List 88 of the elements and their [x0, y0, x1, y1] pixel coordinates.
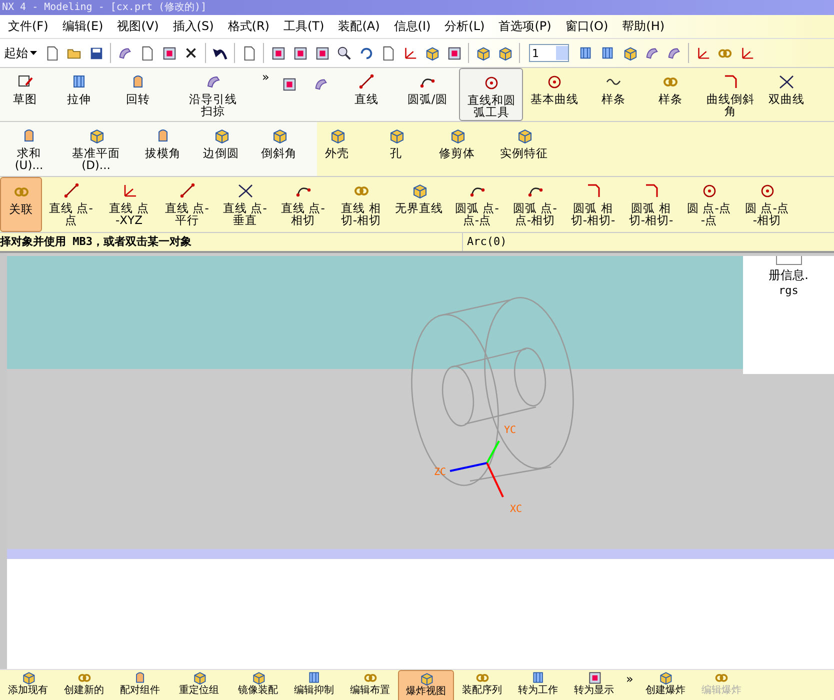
menu-item[interactable]: 编辑(E)	[54, 17, 110, 36]
axis-label: ZC	[434, 467, 446, 478]
caret-icon	[30, 51, 37, 55]
window-title: NX 4 - Modeling - [cx.prt (修改的)]	[1, 1, 207, 14]
circle-icon	[758, 182, 776, 199]
overflow-button[interactable]: »	[622, 670, 638, 688]
tool-button[interactable]: 样条	[641, 68, 700, 121]
tool-button[interactable]: 转为工作	[510, 670, 566, 700]
tool-button[interactable]: 圆 点-点 -点	[680, 177, 738, 232]
menu-item[interactable]: 插入(S)	[164, 17, 220, 36]
tool-button[interactable]: 创建新的	[56, 670, 112, 700]
panel-title: 册信息.	[768, 267, 808, 284]
hyperbola-icon	[778, 73, 795, 90]
menu-item[interactable]: 文件(F)	[0, 17, 54, 36]
tool-button[interactable]: 样条	[585, 68, 642, 121]
start-button[interactable]: 起始	[0, 44, 41, 62]
status-message: Arc(0)	[466, 234, 507, 250]
menu-item[interactable]: 工具(T)	[275, 17, 330, 36]
line-icon	[62, 182, 80, 199]
tool-button[interactable]: 圆 点-点 -相切	[738, 177, 796, 232]
tool-button[interactable]: 沿导引线扫掠	[168, 68, 258, 121]
extrude-icon	[70, 73, 88, 90]
menu-item[interactable]: 分析(L)	[436, 17, 491, 36]
tool-button[interactable]: 基准平面 (D)...	[58, 122, 134, 176]
circle-icon	[482, 74, 500, 91]
tool-button[interactable]: 圆弧/圆	[395, 68, 460, 121]
orient-view-icon	[402, 45, 418, 61]
tool-button[interactable]: 编辑抑制	[286, 670, 342, 700]
tool-button[interactable]: 求和 (U)...	[0, 122, 58, 176]
tool-button[interactable]: 创建爆炸	[637, 670, 694, 700]
tool-button[interactable]: 直线 点- 垂直	[216, 177, 274, 232]
perpendicular-line-icon	[236, 182, 254, 199]
tool-button[interactable]: 直线 点- 平行	[158, 177, 216, 232]
overflow-button[interactable]: »	[258, 68, 274, 86]
rotate-icon	[358, 45, 374, 61]
menu-item[interactable]: 窗口(O)	[557, 17, 614, 36]
layer-dropdown[interactable]: 1	[529, 44, 569, 62]
tool-button[interactable]: 配对组件	[112, 670, 168, 700]
tool-button[interactable]: 修剪体	[426, 122, 488, 176]
prompt-text: 择对象并使用 MB3，或者双击某一对象	[0, 233, 463, 251]
tool-button[interactable]: 圆弧 相切-相切-	[622, 177, 680, 232]
wcs-icon	[695, 45, 711, 61]
tool-button[interactable]: 直线和圆弧工具	[459, 68, 524, 121]
tool-button[interactable]: 直线 点- 相切	[274, 177, 332, 232]
tool-button[interactable]: 边倒圆	[192, 122, 250, 176]
menu-item[interactable]: 装配(A)	[330, 17, 386, 36]
tool-button[interactable]: 倒斜角	[250, 122, 308, 176]
tool-button[interactable]: 爆炸视图	[398, 670, 454, 700]
tool-button[interactable]: 圆弧 点- 点-点	[448, 177, 506, 232]
tool-button[interactable]: 直线	[337, 68, 396, 121]
tool-button[interactable]: 直线 相切-相切	[332, 177, 390, 232]
tool-button[interactable]: 添加现有	[0, 670, 56, 700]
tool-button[interactable]: 拔模角	[134, 122, 192, 176]
tool-button[interactable]: 圆弧 点- 点-相切	[506, 177, 564, 232]
circle-icon	[700, 182, 718, 199]
tool-button[interactable]: 实例特征	[488, 122, 560, 176]
panel-subtitle: rgs	[778, 284, 798, 297]
tool-button[interactable]: 装配序列	[454, 670, 510, 700]
tool-button[interactable]: 转为显示	[566, 670, 622, 700]
axis-label: XC	[510, 504, 522, 515]
menu-item[interactable]: 帮助(H)	[614, 17, 671, 36]
tool-button[interactable]: 双曲线	[761, 68, 812, 121]
tool-button[interactable]: 编辑布置	[342, 670, 398, 700]
tool-button[interactable]: 重定位组	[168, 670, 230, 700]
tool-button[interactable]: 圆弧 相切-相切-	[564, 177, 622, 232]
parallel-line-icon	[178, 182, 196, 199]
tool-button[interactable]: 基本曲线	[523, 68, 586, 121]
circle-icon	[546, 73, 563, 90]
tool-button[interactable]: 草图	[0, 68, 50, 121]
menu-item[interactable]: 格式(R)	[220, 17, 276, 36]
menu-item[interactable]: 视图(V)	[109, 17, 165, 36]
tool-button[interactable]: 孔	[366, 122, 426, 176]
tool-button[interactable]: 直线 点 -XYZ	[100, 177, 158, 232]
tool-button[interactable]: 拉伸	[50, 68, 108, 121]
tool-button[interactable]: 无界直线	[390, 177, 448, 232]
menu-item[interactable]: 首选项(P)	[490, 17, 558, 36]
save-icon	[88, 45, 104, 61]
line-icon	[358, 73, 375, 90]
axis-label: YC	[504, 425, 516, 436]
coordinate-axes-drawing	[450, 440, 504, 498]
zoom-icon	[336, 45, 352, 61]
tool-button[interactable]: 曲线倒斜角	[699, 68, 762, 121]
tool-button[interactable]: 镜像装配	[230, 670, 286, 700]
tool-button[interactable]: 外壳	[308, 122, 366, 176]
tool-button[interactable]: 直线 点- 点	[42, 177, 100, 232]
menu-item[interactable]: 信息(I)	[386, 17, 437, 36]
tool-button[interactable]: 关联	[0, 177, 42, 232]
tool-button[interactable]: 回转	[108, 68, 168, 121]
